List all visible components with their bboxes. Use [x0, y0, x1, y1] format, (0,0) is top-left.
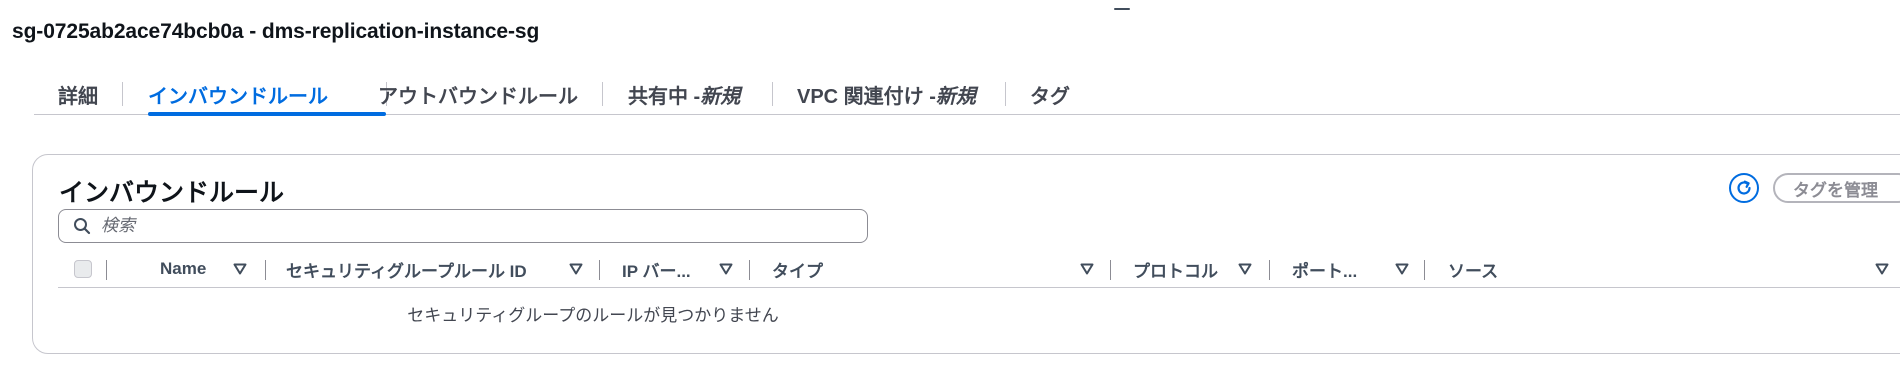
column-divider [106, 260, 107, 280]
select-all-checkbox[interactable] [74, 260, 92, 278]
column-header-source-label: ソース [1448, 261, 1499, 281]
inbound-rules-panel: インバウンドルール タグを管理 Name セキュリティグループルール ID IP… [32, 154, 1900, 354]
column-header-rule-id[interactable]: セキュリティグループルール ID [286, 251, 527, 287]
sort-caret-down-icon[interactable] [1395, 263, 1409, 275]
column-header-ip-version[interactable]: IP バー... [622, 251, 691, 287]
tab-details[interactable]: 詳細 [58, 74, 98, 114]
column-header-type[interactable]: タイプ [772, 251, 823, 287]
refresh-button[interactable] [1729, 173, 1759, 203]
manage-tags-label: タグを管理 [1793, 180, 1878, 200]
column-divider [749, 260, 750, 280]
column-divider [265, 260, 266, 280]
tab-sharing-new-badge: 新規 [700, 85, 741, 108]
tab-outbound-rules[interactable]: アウトバウンドルール [378, 74, 578, 114]
tab-divider [122, 82, 123, 106]
section-title: インバウンドルール [59, 179, 285, 207]
table-header: Name セキュリティグループルール ID IP バー... タイプ プロトコル… [58, 251, 1900, 288]
sort-caret-down-icon[interactable] [1875, 263, 1889, 275]
tab-outbound-rules-label: アウトバウンドルール [378, 85, 578, 108]
tab-tags-label: タグ [1030, 85, 1070, 108]
tab-tags[interactable]: タグ [1030, 74, 1070, 114]
tab-inbound-rules-label: インバウンドルール [148, 85, 328, 108]
column-header-name[interactable]: Name [160, 251, 206, 287]
tab-details-label: 詳細 [58, 85, 98, 108]
refresh-icon [1737, 180, 1751, 195]
column-divider [1269, 260, 1270, 280]
empty-state-message: セキュリティグループのルールが見つかりません [407, 306, 779, 325]
column-header-type-label: タイプ [772, 261, 823, 281]
search-field[interactable] [58, 209, 868, 243]
column-header-protocol[interactable]: プロトコル [1133, 251, 1218, 287]
tab-divider [1005, 82, 1006, 106]
column-header-protocol-label: プロトコル [1133, 261, 1218, 281]
column-header-rule-id-label: セキュリティグループルール ID [286, 261, 527, 281]
sort-caret-down-icon[interactable] [569, 263, 583, 275]
column-header-port-range[interactable]: ポート... [1292, 251, 1357, 287]
panel-resize-handle[interactable] [1114, 8, 1130, 10]
column-divider [1110, 260, 1111, 280]
column-header-ip-version-label: IP バー... [622, 261, 691, 281]
manage-tags-button[interactable]: タグを管理 [1773, 173, 1900, 203]
tab-sharing-label: 共有中 - [628, 85, 701, 108]
sort-caret-down-icon[interactable] [1080, 263, 1094, 275]
tab-vpc-associations-label: VPC 関連付け - [797, 85, 936, 108]
sort-caret-down-icon[interactable] [719, 263, 733, 275]
search-input[interactable] [99, 215, 843, 237]
column-header-name-label: Name [160, 259, 207, 278]
tab-sharing[interactable]: 共有中 - 新規 [628, 74, 740, 114]
tab-divider [772, 82, 773, 106]
tab-vpc-associations[interactable]: VPC 関連付け - 新規 [797, 74, 976, 114]
search-icon [74, 218, 91, 235]
tab-inbound-rules[interactable]: インバウンドルール [148, 74, 386, 116]
tab-divider [602, 82, 603, 106]
sort-caret-down-icon[interactable] [233, 263, 247, 275]
tab-vpc-associations-new-badge: 新規 [935, 85, 976, 108]
tab-bar: 詳細 インバウンドルール アウトバウンドルール 共有中 - 新規 VPC 関連付… [34, 74, 1900, 116]
column-header-port-range-label: ポート... [1292, 261, 1358, 281]
page-title: sg-0725ab2ace74bcb0a - dms-replication-i… [12, 20, 540, 43]
sort-caret-down-icon[interactable] [1238, 263, 1252, 275]
column-divider [1424, 260, 1425, 280]
column-header-source[interactable]: ソース [1448, 251, 1498, 287]
column-divider [599, 260, 600, 280]
